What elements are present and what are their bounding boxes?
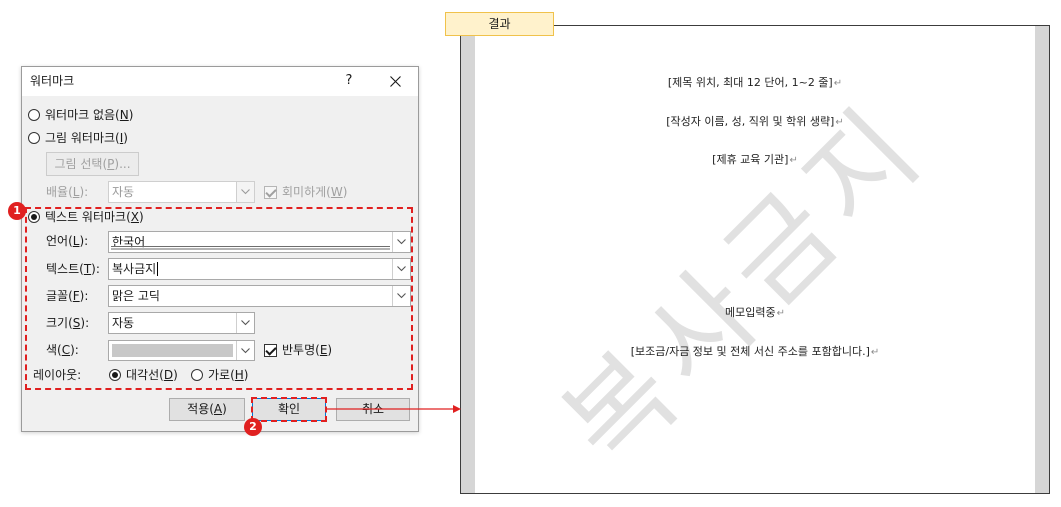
watermark-text: 복사금지 <box>539 79 951 491</box>
line-text: [작성자 이름, 성, 직위 및 학위 생략] <box>666 115 835 128</box>
institution-placeholder-line: [제휴 교육 기관]↵ <box>475 152 1035 168</box>
right-margin-strip <box>1035 26 1049 493</box>
help-button[interactable]: ? <box>338 70 360 92</box>
line-text: [제목 위치, 최대 12 단어, 1~2 줄] <box>667 76 833 89</box>
paragraph-mark: ↵ <box>789 155 798 166</box>
result-label: 결과 <box>445 12 554 36</box>
paragraph-mark: ↵ <box>776 308 785 319</box>
line-text: [제휴 교육 기관] <box>712 153 789 166</box>
line-text: [보조금/자금 정보 및 전체 서신 주소를 포함합니다.] <box>630 345 870 358</box>
no-watermark-radio[interactable] <box>28 109 40 121</box>
result-document-page: 복사금지 [제목 위치, 최대 12 단어, 1~2 줄]↵ [작성자 이름, … <box>460 25 1050 494</box>
washout-label[interactable]: 회미하게(W) <box>282 184 347 200</box>
apply-button[interactable]: 적용(A) <box>169 398 245 421</box>
washout-checkbox[interactable] <box>264 185 277 199</box>
no-watermark-option[interactable]: 워터마크 없음(N) <box>28 107 133 123</box>
dialog-title: 워터마크 <box>30 74 75 88</box>
author-placeholder-line: [작성자 이름, 성, 직위 및 학위 생략]↵ <box>475 114 1035 130</box>
chevron-down-icon <box>241 189 250 195</box>
close-icon <box>389 76 401 87</box>
close-button[interactable] <box>379 67 411 96</box>
scale-label: 배율(L): <box>46 185 89 199</box>
title-placeholder-line: [제목 위치, 최대 12 단어, 1~2 줄]↵ <box>475 75 1035 91</box>
select-picture-button[interactable]: 그림 선택(P)... <box>46 152 139 176</box>
ok-button-highlight <box>251 397 327 422</box>
scale-dropdown-button[interactable] <box>236 182 254 202</box>
no-watermark-label[interactable]: 워터마크 없음(N) <box>45 107 133 123</box>
step-2-badge: 2 <box>244 418 262 436</box>
paragraph-mark: ↵ <box>870 347 880 358</box>
step-1-badge: 1 <box>8 202 26 220</box>
washout-option[interactable]: 회미하게(W) <box>264 184 347 200</box>
scale-value: 자동 <box>112 185 135 199</box>
line-text: 메모입력중 <box>725 306 776 319</box>
arrow-right-icon <box>327 405 461 413</box>
left-margin-strip <box>461 26 475 493</box>
paragraph-mark: ↵ <box>833 78 843 89</box>
picture-watermark-radio[interactable] <box>28 132 40 144</box>
scale-select[interactable]: 자동 <box>108 181 255 203</box>
dialog-title-bar: 워터마크 ? <box>22 67 418 96</box>
picture-watermark-label[interactable]: 그림 워터마크(I) <box>45 130 128 146</box>
funding-placeholder-line: [보조금/자금 정보 및 전체 서신 주소를 포함합니다.]↵ <box>475 344 1035 360</box>
text-watermark-highlight <box>25 207 413 390</box>
paragraph-mark: ↵ <box>835 117 844 128</box>
memo-line: 메모입력중↵ <box>475 305 1035 321</box>
picture-watermark-option[interactable]: 그림 워터마크(I) <box>28 130 128 146</box>
